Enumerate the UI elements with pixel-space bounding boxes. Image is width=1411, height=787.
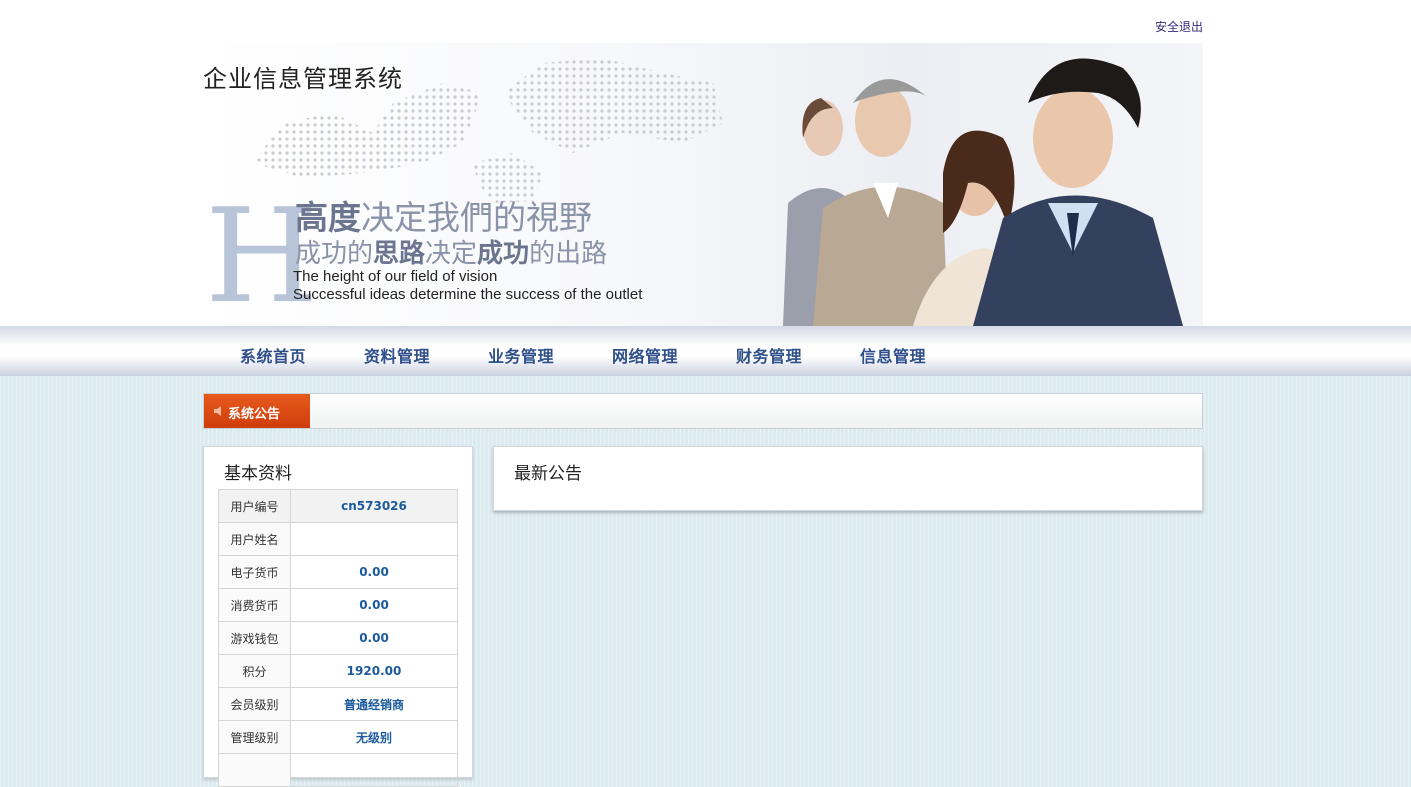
latest-notice-panel: 最新公告 (493, 446, 1203, 511)
header-banner: 企业信息管理系统 H 高度决定我們的視野 成功的思路决定成功的出路 The he… (203, 43, 1203, 326)
row-key: 游戏钱包 (218, 621, 291, 655)
row-key: 用户姓名 (218, 522, 291, 556)
row-key: 电子货币 (218, 555, 291, 589)
banner-slogan-line2: 成功的思路决定成功的出路 (295, 239, 608, 269)
site-title: 企业信息管理系统 (203, 65, 403, 93)
row-key: 用户编号 (218, 489, 291, 523)
banner-slogan-en-line2: Successful ideas determine the success o… (293, 286, 643, 303)
table-row: 用户姓名 (218, 522, 458, 556)
nav-item-network-management[interactable]: 网络管理 (612, 343, 678, 367)
row-value (290, 522, 458, 556)
table-row (218, 753, 458, 787)
row-value: 无级别 (290, 720, 458, 754)
row-value: 普通经销商 (290, 687, 458, 721)
row-value: 0.00 (290, 588, 458, 622)
nav-item-home[interactable]: 系统首页 (240, 343, 306, 367)
basic-info-table: 用户编号 cn573026 用户姓名 电子货币 0.00 消费货币 0.00 游… (218, 489, 458, 787)
business-people-photo (783, 58, 1183, 326)
row-value: cn573026 (290, 489, 458, 523)
table-row: 消费货币 0.00 (218, 588, 458, 622)
row-key (218, 753, 291, 787)
table-row: 会员级别 普通经销商 (218, 687, 458, 721)
row-value (290, 753, 458, 787)
row-value: 0.00 (290, 555, 458, 589)
table-row: 游戏钱包 0.00 (218, 621, 458, 655)
row-key: 消费货币 (218, 588, 291, 622)
system-notice-label: 系统公告 (228, 407, 281, 422)
table-row: 积分 1920.00 (218, 654, 458, 688)
basic-info-title: 基本资料 (224, 464, 292, 484)
latest-notice-title: 最新公告 (514, 464, 582, 484)
basic-info-panel: 基本资料 用户编号 cn573026 用户姓名 电子货币 0.00 消费货币 0… (203, 446, 473, 787)
speaker-icon (214, 406, 221, 416)
logout-link[interactable]: 安全退出 (1155, 18, 1203, 35)
banner-slogan-line1: 高度决定我們的視野 (295, 198, 592, 237)
nav-item-profile-management[interactable]: 资料管理 (364, 343, 430, 367)
nav-item-business-management[interactable]: 业务管理 (488, 343, 554, 367)
main-nav: 系统首页 资料管理 业务管理 网络管理 财务管理 信息管理 (0, 326, 1411, 376)
table-row: 用户编号 cn573026 (218, 489, 458, 523)
row-key: 管理级别 (218, 720, 291, 754)
table-row: 管理级别 无级别 (218, 720, 458, 754)
system-notice-bar: 系统公告 (203, 393, 1203, 429)
row-value: 1920.00 (290, 654, 458, 688)
row-value: 0.00 (290, 621, 458, 655)
banner-slogan-en-line1: The height of our field of vision (293, 268, 498, 285)
system-notice-tag: 系统公告 (204, 394, 310, 428)
nav-item-info-management[interactable]: 信息管理 (860, 343, 926, 367)
table-row: 电子货币 0.00 (218, 555, 458, 589)
nav-item-finance-management[interactable]: 财务管理 (736, 343, 802, 367)
top-bar: 安全退出 (0, 0, 1411, 43)
row-key: 会员级别 (218, 687, 291, 721)
row-key: 积分 (218, 654, 291, 688)
